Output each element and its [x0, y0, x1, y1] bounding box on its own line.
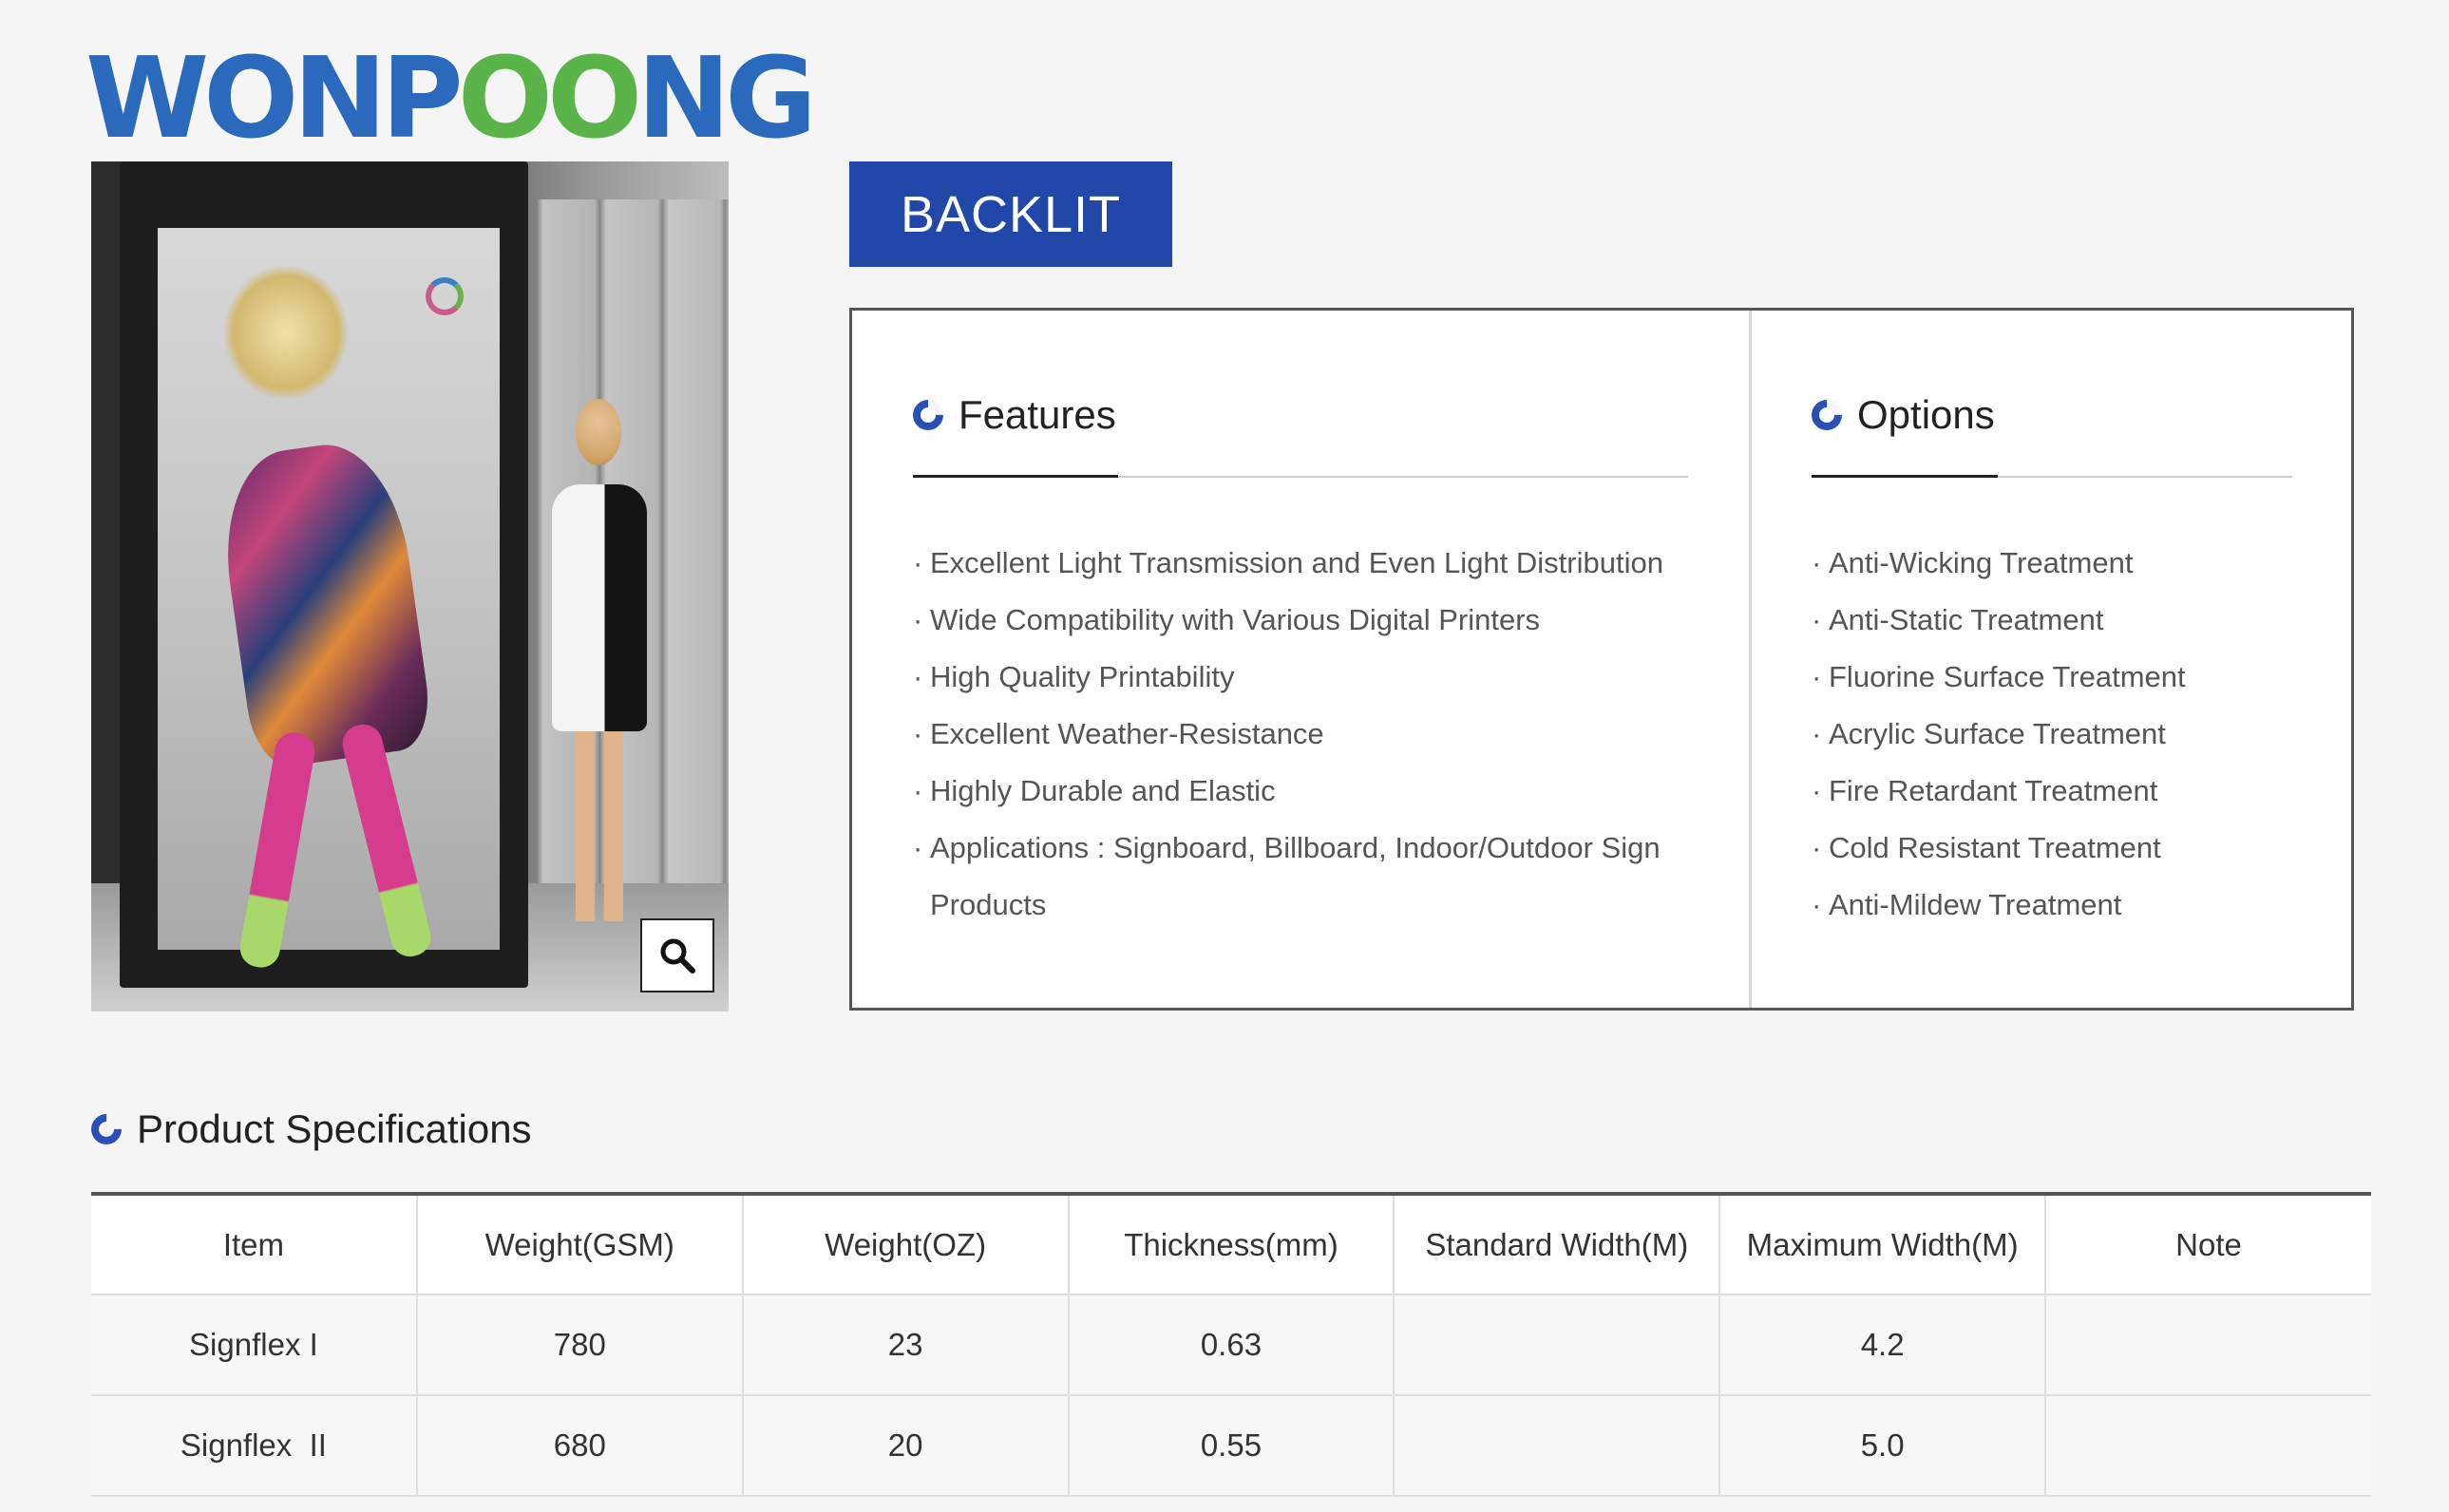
list-item: Anti-Static Treatment	[1812, 592, 2186, 649]
table-cell	[2045, 1295, 2371, 1395]
ring-bullet-icon	[906, 393, 950, 437]
standing-woman-figure	[538, 399, 661, 921]
product-title-badge: BACKLIT	[849, 161, 1172, 267]
features-heading-text: Features	[959, 392, 1116, 437]
table-row: Signflex II 680 20 0.55 5.0	[91, 1395, 2371, 1496]
list-item: Excellent Weather-Resistance	[913, 706, 1663, 763]
list-item: Highly Durable and Elastic	[913, 763, 1663, 820]
table-cell: 680	[416, 1395, 744, 1496]
table-cell: Signflex II	[91, 1395, 418, 1496]
options-heading: Options	[1805, 392, 1995, 438]
table-header-row: Item Weight(GSM) Weight(OZ) Thickness(mm…	[91, 1194, 2371, 1295]
product-page: WONPOONG BACKLIT Features · Excellent Li…	[0, 0, 2449, 1512]
ring-bullet-icon	[85, 1107, 128, 1151]
table-cell	[1394, 1295, 1721, 1395]
features-options-panel: Features Excellent Light Transmission an…	[849, 308, 2354, 1011]
list-item-continuation: Products	[930, 888, 1047, 921]
table-cell: 780	[416, 1295, 744, 1395]
woman-legs	[576, 731, 623, 921]
list-item: Applications : Signboard, Billboard, Ind…	[913, 820, 1663, 877]
woman-head	[576, 399, 621, 465]
column-header: Standard Width(M)	[1394, 1194, 1721, 1295]
list-item: Wide Compatibility with Various Digital …	[913, 592, 1663, 649]
table-cell: 0.63	[1068, 1295, 1395, 1395]
table-cell	[1394, 1395, 1721, 1496]
table-cell	[2045, 1395, 2371, 1496]
table-cell: 0.55	[1068, 1395, 1395, 1496]
column-header: Note	[2175, 1226, 2242, 1262]
specs-heading-text: Product Specifications	[137, 1106, 532, 1151]
list-item: Anti-Wicking Treatment	[1812, 535, 2186, 592]
options-heading-text: Options	[1857, 392, 1995, 437]
list-item: Cold Resistant Treatment	[1812, 820, 2186, 877]
specs-heading: Product Specifications	[85, 1106, 532, 1152]
table-cell: 23	[742, 1295, 1070, 1395]
table-cell: 20	[742, 1395, 1070, 1496]
ring-bullet-icon	[1805, 393, 1849, 437]
zoom-button[interactable]	[640, 918, 714, 992]
specs-table: Item Weight(GSM) Weight(OZ) Thickness(mm…	[91, 1192, 2371, 1497]
dancer-figure-hair	[224, 266, 348, 399]
zoom-icon	[660, 938, 695, 973]
options-list: Anti-Wicking Treatment Anti-Static Treat…	[1812, 535, 2186, 934]
features-heading-accent	[913, 475, 1118, 478]
logo-text-part3: NG	[636, 32, 817, 163]
table-cell: 4.2	[1719, 1295, 2047, 1395]
column-header: Thickness(mm)	[1068, 1194, 1395, 1295]
spiral-logo-icon	[426, 277, 464, 315]
logo-text-part1: WONP	[85, 32, 464, 163]
options-heading-rule	[1812, 475, 2292, 478]
column-header: Item	[91, 1194, 418, 1295]
column-header: Weight(OZ)	[742, 1194, 1070, 1295]
product-image[interactable]	[91, 161, 729, 1011]
list-item: High Quality Printability	[913, 649, 1663, 706]
list-item: Fluorine Surface Treatment	[1812, 649, 2186, 706]
list-item: Fire Retardant Treatment	[1812, 763, 2186, 820]
list-item: Acrylic Surface Treatment	[1812, 706, 2186, 763]
list-item: Anti-Mildew Treatment	[1812, 877, 2186, 934]
options-heading-accent	[1812, 475, 1998, 478]
table-cell: 5.0	[1719, 1395, 2047, 1496]
list-item: Excellent Light Transmission and Even Li…	[913, 535, 1663, 592]
features-heading-rule	[913, 475, 1688, 478]
panel-divider	[1749, 311, 1752, 1008]
table-row: Signflex I 780 23 0.63 4.2	[91, 1295, 2371, 1395]
column-header: Maximum Width(M)	[1719, 1194, 2047, 1295]
table-cell: Signflex I	[91, 1295, 418, 1395]
features-heading: Features	[906, 392, 1116, 438]
column-header: Weight(GSM)	[416, 1194, 744, 1295]
woman-dress	[552, 484, 647, 731]
wonpoong-logo[interactable]: WONPOONG	[85, 42, 817, 154]
logo-text-part2: OO	[457, 32, 643, 163]
features-list: Excellent Light Transmission and Even Li…	[913, 535, 1663, 934]
